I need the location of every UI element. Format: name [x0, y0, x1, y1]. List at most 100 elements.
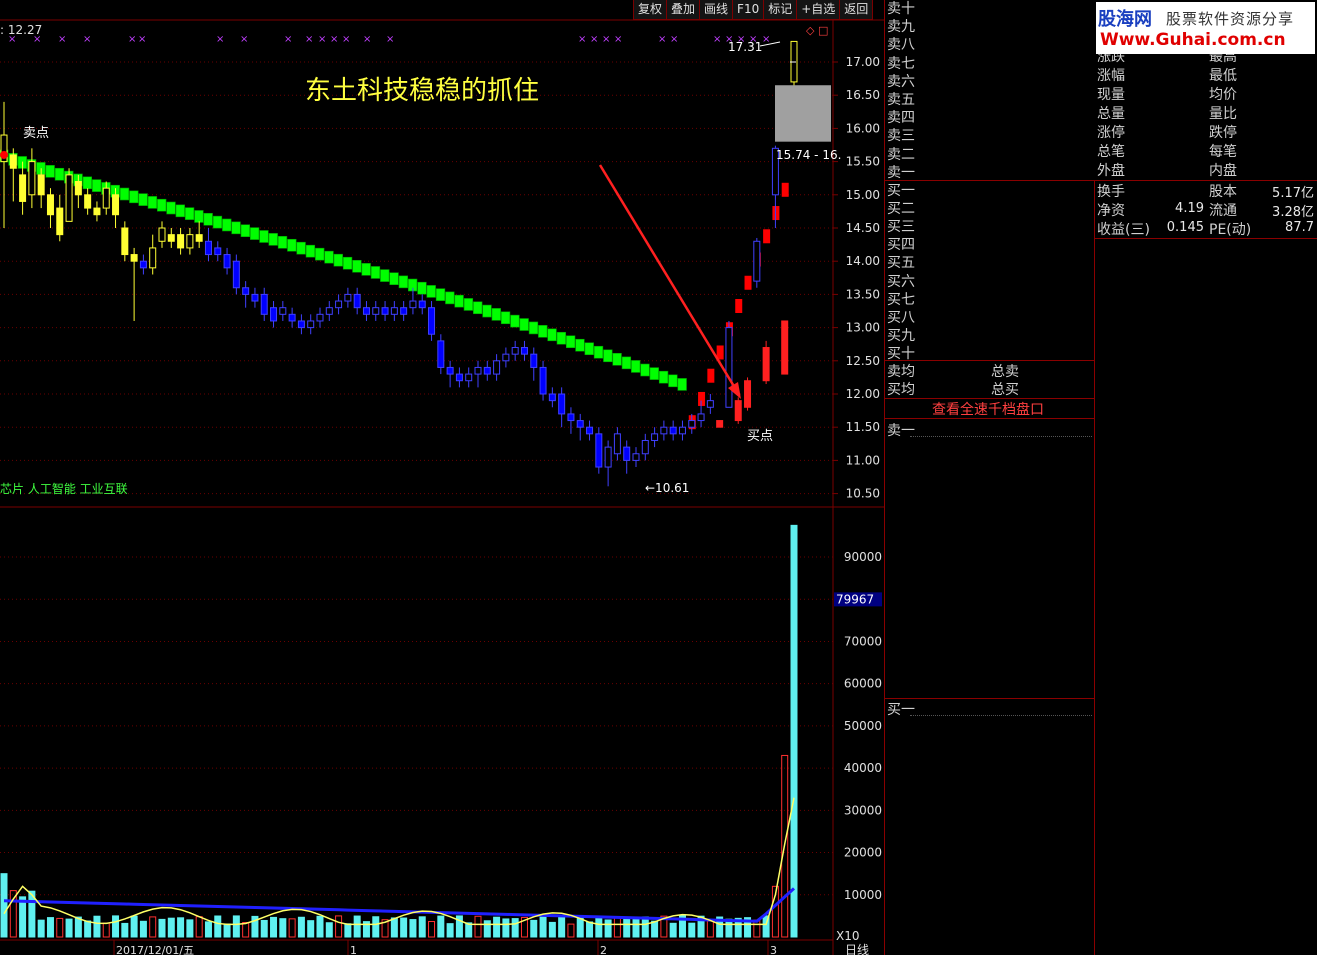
price-tick: 11.50 — [846, 420, 880, 434]
candle-body — [400, 307, 408, 315]
total-sell-label: 总卖 — [991, 364, 1019, 380]
candle-body — [362, 307, 370, 315]
price-tick: 13.00 — [846, 321, 880, 335]
volume-bar — [121, 922, 129, 938]
volume-bar — [483, 920, 491, 938]
buy-level-2: 买二 — [887, 201, 915, 218]
signal-mark: × — [8, 34, 16, 45]
ribbon-segment — [222, 218, 232, 232]
price-tick: 10.50 — [846, 487, 880, 501]
ribbon-segment — [575, 338, 585, 352]
candle-body — [558, 393, 566, 415]
volume-bar — [669, 922, 677, 938]
ribbon-segment — [259, 230, 269, 243]
ribbon-segment — [547, 328, 557, 342]
date-label: 1 — [350, 944, 357, 955]
volume-bar — [409, 919, 417, 938]
restore-rights-button[interactable]: 复权 — [633, 0, 668, 20]
ribbon-segment — [82, 176, 92, 190]
ribbon-segment — [277, 236, 288, 249]
share-value: 5.17亿 — [1272, 186, 1314, 201]
ribbon-segment — [435, 288, 446, 301]
buy-level-3: 买三 — [887, 219, 915, 236]
sell-level-4: 卖四 — [887, 110, 915, 127]
ribbon-segment — [417, 281, 427, 295]
price-tick: 15.00 — [846, 188, 880, 202]
candle-body — [102, 187, 110, 209]
volume-bar — [344, 923, 352, 938]
volume-bar — [112, 915, 120, 938]
volume-bar — [539, 915, 547, 938]
quote-left-6: 外盘 — [1097, 163, 1125, 179]
avg-sell-label: 卖均 — [887, 364, 915, 380]
volume-bar — [651, 920, 659, 938]
mark-button[interactable]: 标记 — [763, 0, 798, 20]
ribbon-segment — [240, 224, 250, 238]
price-tick: 12.50 — [846, 354, 880, 368]
f10-button[interactable]: F10 — [732, 0, 765, 20]
draw-line-button[interactable]: 画线 — [699, 0, 734, 20]
signal-mark: × — [318, 34, 326, 45]
volume-bar — [74, 916, 82, 938]
quote-right-3: 量比 — [1209, 106, 1237, 122]
price-tick: 16.00 — [846, 121, 880, 135]
volume-bar — [158, 918, 166, 938]
ribbon-segment — [147, 196, 158, 209]
signal-mark: × — [83, 34, 91, 45]
candle-body — [530, 353, 538, 368]
ribbon-segment — [519, 318, 529, 331]
candle-body — [353, 293, 361, 309]
buy-level-4: 买四 — [887, 237, 915, 254]
volume-tick: 70000 — [844, 634, 882, 648]
candle-body — [46, 194, 54, 216]
candle-body — [511, 347, 519, 355]
eps-value: 0.145 — [1166, 220, 1204, 235]
logo-url: Www.Guhai.com.cn — [1100, 30, 1286, 50]
quote-left-2: 现量 — [1097, 87, 1125, 103]
candle-body — [232, 260, 240, 289]
candle-body — [223, 254, 231, 269]
ribbon-segment — [621, 356, 632, 370]
volume-bar — [595, 916, 603, 938]
overlay-button[interactable]: 叠加 — [666, 0, 701, 20]
ribbon-segment — [556, 331, 566, 345]
date-label: 3 — [770, 944, 777, 955]
candle-body — [279, 307, 287, 315]
ribbon-segment — [268, 233, 278, 246]
candle-body — [158, 227, 166, 242]
total-buy-label: 总买 — [991, 382, 1019, 398]
annotation-text: 东土科技稳稳的抓住 — [305, 76, 539, 106]
candle-body — [744, 380, 752, 408]
candle-body — [260, 293, 268, 315]
volume-bar — [502, 918, 510, 938]
kline-chart[interactable]: : 12.27东土科技稳稳的抓住卖点买点←10.6117.3115.74 - 1… — [0, 0, 884, 955]
signal-mark: × — [240, 34, 248, 45]
buy-level-9: 买九 — [887, 327, 915, 344]
net-asset-value: 4.19 — [1175, 201, 1204, 216]
volume-tick: 30000 — [844, 803, 882, 817]
signal-mark: × — [216, 34, 224, 45]
candle-body — [455, 373, 463, 382]
ribbon-segment — [342, 256, 353, 270]
candle-body — [204, 240, 212, 256]
ribbon-segment — [668, 374, 678, 388]
candle-body — [149, 247, 157, 269]
candle-body — [613, 433, 621, 455]
back-button[interactable]: 返回 — [839, 0, 874, 20]
candle-body — [446, 366, 454, 375]
ribbon-segment — [287, 238, 297, 252]
add-watchlist-button[interactable]: +自选 — [796, 0, 841, 20]
ribbon-segment — [138, 193, 148, 206]
ribbon-segment — [593, 345, 604, 359]
ribbon-segment — [315, 247, 325, 261]
full-depth-link[interactable]: 查看全速千档盘口 — [932, 399, 1044, 419]
price-range-label: 15.74 - 16. — [776, 148, 841, 162]
signal-mark: × — [342, 34, 350, 45]
volume-tick: 40000 — [844, 761, 882, 775]
ribbon-segment-up — [744, 275, 752, 290]
ribbon-segment — [370, 266, 381, 279]
ribbon-segment-up — [781, 182, 789, 197]
buy-level-6: 买六 — [887, 273, 915, 290]
ribbon-segment — [677, 378, 687, 391]
quote-right-6: 内盘 — [1209, 163, 1237, 179]
